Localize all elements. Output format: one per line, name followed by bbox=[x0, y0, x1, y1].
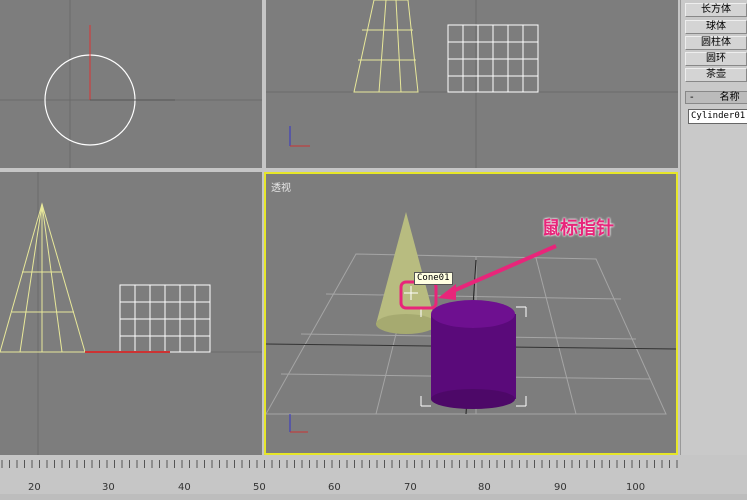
rollout-label: 名称 bbox=[719, 92, 740, 103]
viewport-front[interactable] bbox=[266, 0, 678, 168]
command-panel: 长方体 球体 圆柱体 圆环 茶壶 - 名称 Cylinder01 bbox=[680, 0, 747, 455]
viewport-top-canvas bbox=[0, 0, 262, 168]
torus-button[interactable]: 圆环 bbox=[685, 52, 747, 66]
box-wireframe bbox=[447, 24, 539, 93]
viewport-perspective-canvas bbox=[266, 212, 676, 433]
viewport-front-canvas bbox=[266, 0, 678, 168]
name-rollout-header[interactable]: - 名称 bbox=[685, 91, 747, 104]
annotation-label: 鼠标指针 bbox=[542, 218, 614, 239]
tick-label: 70 bbox=[404, 482, 417, 493]
tick-label: 100 bbox=[626, 482, 646, 493]
axis-gizmo bbox=[289, 414, 308, 433]
ruler-ticks bbox=[1, 460, 678, 468]
viewport-top[interactable] bbox=[0, 0, 262, 168]
box-wireframe bbox=[119, 284, 211, 353]
cone-wireframe bbox=[0, 202, 86, 353]
rollout-toggle: - bbox=[690, 92, 694, 103]
box-button[interactable]: 长方体 bbox=[685, 3, 747, 17]
tick-label: 80 bbox=[478, 482, 491, 493]
axis-gizmo bbox=[289, 126, 310, 147]
viewport-perspective[interactable]: 透视 Cone01 鼠标指针 bbox=[264, 172, 678, 455]
cone-wireframe bbox=[353, 0, 419, 93]
tick-label: 40 bbox=[178, 482, 191, 493]
tick-label: 50 bbox=[253, 482, 266, 493]
teapot-button[interactable]: 茶壶 bbox=[685, 68, 747, 82]
cylinder-button[interactable]: 圆柱体 bbox=[685, 36, 747, 50]
tick-label: 20 bbox=[28, 482, 41, 493]
tick-label: 60 bbox=[328, 482, 341, 493]
timeline-ruler[interactable]: 20 30 40 50 60 70 80 90 100 bbox=[0, 460, 680, 494]
status-bar bbox=[0, 494, 747, 500]
viewport-left-canvas bbox=[0, 172, 262, 455]
object-name-input[interactable]: Cylinder01 bbox=[688, 109, 747, 124]
tick-label: 30 bbox=[102, 482, 115, 493]
viewport-left[interactable] bbox=[0, 172, 262, 455]
object-tooltip: Cone01 bbox=[414, 272, 453, 285]
tick-label: 90 bbox=[554, 482, 567, 493]
sphere-button[interactable]: 球体 bbox=[685, 20, 747, 34]
